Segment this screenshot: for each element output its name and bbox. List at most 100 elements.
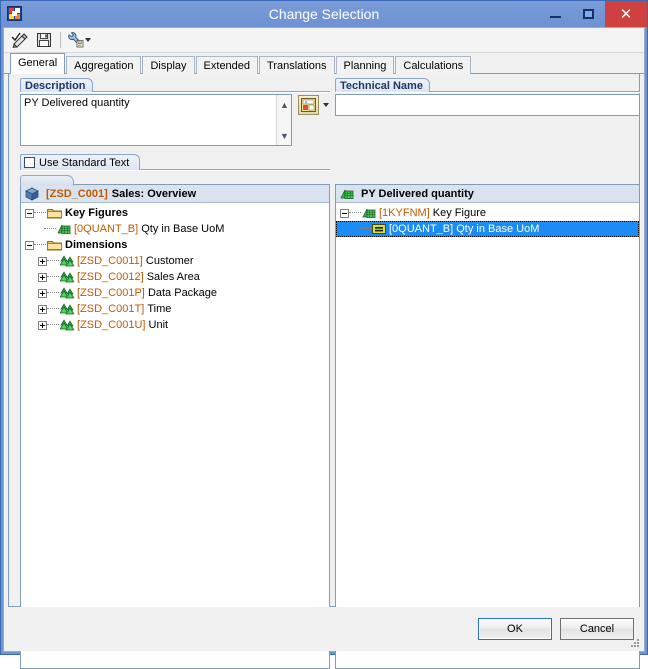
- expand-expander-icon[interactable]: [38, 272, 47, 282]
- insert-variable-dropdown[interactable]: [320, 95, 331, 115]
- resize-grip-icon[interactable]: [629, 637, 641, 649]
- tree-node-key-figures[interactable]: Key Figures: [21, 205, 329, 221]
- tree-node-label: Sales Area: [146, 271, 200, 283]
- tree-node-id: [1KYFNM]: [379, 207, 430, 219]
- tree-node-unit[interactable]: [ZSD_C001U] Unit: [21, 317, 329, 333]
- tab-planning[interactable]: Planning: [335, 56, 395, 74]
- tree-node-id: [ZSD_C0011]: [77, 255, 143, 267]
- tab-extended[interactable]: Extended: [195, 56, 259, 74]
- use-standard-text-label: Use Standard Text: [39, 156, 130, 169]
- collapse-expander-icon[interactable]: [25, 240, 34, 250]
- tree-node-key-figure-1kyfnm[interactable]: [1KYFNM] Key Figure: [336, 205, 639, 221]
- close-icon: ✕: [619, 5, 633, 23]
- selection-name: PY Delivered quantity: [361, 187, 474, 200]
- infocube-icon: [25, 187, 39, 201]
- dialog-button-bar: OK Cancel: [4, 607, 644, 651]
- caption-buttons: ✕: [539, 1, 647, 27]
- ok-button[interactable]: OK: [478, 618, 552, 640]
- tree-connector: [34, 244, 46, 246]
- close-button[interactable]: ✕: [605, 1, 647, 27]
- description-scrollbar[interactable]: ▲ ▼: [276, 95, 291, 145]
- tree-node-data-package[interactable]: [ZSD_C001P] Data Package: [21, 285, 329, 301]
- infoprovider-tree-panel[interactable]: [ZSD_C001] Sales: Overview Key Figures […: [20, 184, 330, 669]
- maximize-button[interactable]: [572, 1, 605, 27]
- expand-expander-icon[interactable]: [38, 288, 47, 298]
- expand-expander-icon[interactable]: [38, 320, 47, 330]
- toolbar-separator: [60, 32, 61, 48]
- tree-connector: [47, 292, 59, 294]
- check-syntax-button[interactable]: [9, 30, 31, 50]
- variable-formula-icon: x: [301, 98, 316, 112]
- tab-aggregation[interactable]: Aggregation: [66, 56, 142, 74]
- use-standard-text-checkbox[interactable]: Use Standard Text: [20, 154, 141, 170]
- tree-node-quant-b-selected[interactable]: [0QUANT_B] Qty in Base UoM: [336, 221, 639, 237]
- tree-node-id: [ZSD_C0012]: [77, 271, 144, 283]
- toolbar: [4, 28, 644, 53]
- minimize-button[interactable]: [539, 1, 572, 27]
- description-textarea[interactable]: PY Delivered quantity ▲ ▼: [20, 94, 292, 146]
- technical-name-input[interactable]: [335, 94, 640, 116]
- tree-node-label: Key Figures: [65, 207, 128, 219]
- title-bar: Change Selection ✕: [1, 1, 647, 27]
- tree-node-label: Qty in Base UoM: [456, 223, 540, 235]
- tree-node-label: Customer: [145, 255, 194, 267]
- tree-connector: [349, 212, 361, 214]
- tree-node-id: [ZSD_C001T]: [77, 303, 145, 315]
- technical-name-group-caption: Technical Name: [335, 78, 430, 92]
- tree-node-customer[interactable]: [ZSD_C0011] Customer: [21, 253, 329, 269]
- dimension-icon: [59, 319, 75, 331]
- insert-variable-button[interactable]: x: [298, 95, 319, 115]
- scroll-down-icon[interactable]: ▼: [277, 128, 291, 143]
- tree-node-label: Key Figure: [432, 207, 486, 219]
- pencil-check-icon: [11, 32, 28, 48]
- scroll-up-icon[interactable]: ▲: [277, 97, 291, 112]
- tree-node-id: [0QUANT_B]: [389, 223, 454, 235]
- equals-icon: [372, 223, 386, 235]
- left-panel-tab[interactable]: [20, 175, 74, 186]
- tree-node-label: Data Package: [147, 287, 218, 299]
- tree-connector: [44, 228, 56, 230]
- dimension-icon: [59, 271, 75, 283]
- tab-calculations[interactable]: Calculations: [395, 56, 472, 74]
- floppy-disk-icon: [37, 33, 51, 47]
- tree-node-dimensions[interactable]: Dimensions: [21, 237, 329, 253]
- wrench-icon: [68, 32, 84, 48]
- tools-button[interactable]: [66, 30, 92, 50]
- key-figure-icon: [57, 223, 71, 235]
- dimension-icon: [59, 287, 75, 299]
- selection-tree-header: PY Delivered quantity: [336, 185, 639, 203]
- save-button[interactable]: [33, 30, 55, 50]
- tab-strip: General Aggregation Display Extended Tra…: [4, 53, 644, 74]
- tree-connector: [359, 228, 371, 230]
- expand-expander-icon[interactable]: [38, 304, 47, 314]
- description-group-caption: Description: [20, 78, 93, 92]
- tree-connector: [47, 260, 59, 262]
- tab-general[interactable]: General: [10, 53, 66, 74]
- chevron-down-icon: [85, 38, 91, 42]
- infoprovider-tree-body: Key Figures [0QUANT_B] Qty in Base UoM D…: [21, 203, 329, 668]
- folder-icon: [47, 207, 62, 219]
- tree-node-label: Dimensions: [65, 239, 128, 251]
- selection-tree-panel[interactable]: PY Delivered quantity [1KYFNM] Key Figur…: [335, 184, 640, 669]
- tree-node-quant-b[interactable]: [0QUANT_B] Qty in Base UoM: [21, 221, 329, 237]
- key-figure-icon: [340, 188, 354, 200]
- infoprovider-tree-header: [ZSD_C001] Sales: Overview: [21, 185, 329, 203]
- tree-connector: [47, 308, 59, 310]
- client-area: General Aggregation Display Extended Tra…: [3, 27, 645, 669]
- tab-translations[interactable]: Translations: [259, 56, 335, 74]
- collapse-expander-icon[interactable]: [340, 208, 349, 218]
- cancel-button[interactable]: Cancel: [560, 618, 634, 640]
- tree-node-sales-area[interactable]: [ZSD_C0012] Sales Area: [21, 269, 329, 285]
- dimension-icon: [59, 303, 75, 315]
- expand-expander-icon[interactable]: [38, 256, 47, 266]
- collapse-expander-icon[interactable]: [25, 208, 34, 218]
- tree-node-label: Time: [147, 303, 172, 315]
- dimension-icon: [59, 255, 75, 267]
- tree-connector: [34, 212, 46, 214]
- tree-node-id: [ZSD_C001U]: [77, 319, 146, 331]
- tree-node-label: Qty in Base UoM: [141, 223, 225, 235]
- tab-display[interactable]: Display: [142, 56, 195, 74]
- selection-tree-body: [1KYFNM] Key Figure [0QUANT_B] Qty in Ba…: [336, 203, 639, 668]
- key-figure-icon: [362, 207, 376, 219]
- tree-node-time[interactable]: [ZSD_C001T] Time: [21, 301, 329, 317]
